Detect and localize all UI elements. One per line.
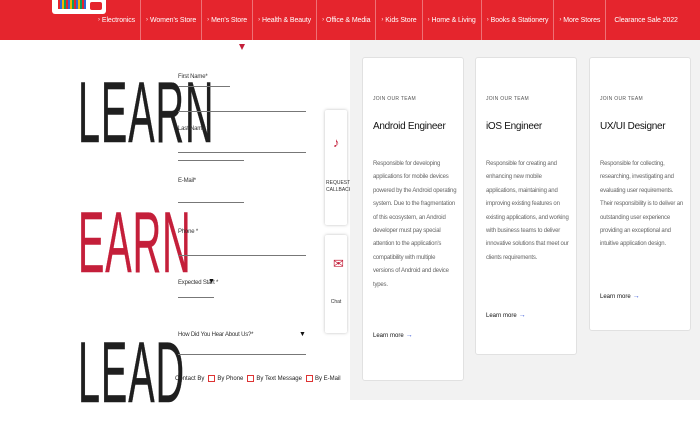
chat-icon: ✉ xyxy=(333,256,344,271)
checkbox-email[interactable] xyxy=(305,375,313,382)
nav-item-books-stationery[interactable]: › Books & Stationery xyxy=(482,0,555,40)
nav-item-clearance-sale[interactable]: Clearance Sale 2022 xyxy=(606,0,682,40)
chevron-right-icon: › xyxy=(207,17,210,23)
learn-more-link[interactable]: Learn more → xyxy=(373,332,413,339)
field-underline xyxy=(178,255,306,256)
nav-item-label: Kids Store xyxy=(385,16,417,24)
job-title: iOS Engineer xyxy=(486,121,542,132)
chevron-right-icon: › xyxy=(146,17,148,23)
chevron-right-icon: › xyxy=(559,17,562,23)
job-card-android[interactable]: JOIN OUR TEAM Android Engineer Responsib… xyxy=(362,57,464,381)
field-underline xyxy=(178,160,244,161)
learn-more-label: Learn more xyxy=(373,333,404,339)
job-title: Android Engineer xyxy=(373,121,446,132)
job-description: Responsible for developing applications … xyxy=(373,161,457,288)
field-underline xyxy=(178,111,306,112)
chat-button[interactable]: ✉ Chat xyxy=(325,235,347,333)
job-card-ios[interactable]: JOIN OUR TEAM iOS Engineer Responsible f… xyxy=(475,57,577,355)
learn-more-label: Learn more xyxy=(600,294,631,300)
chevron-right-icon: › xyxy=(258,17,260,23)
field-underline xyxy=(178,152,306,153)
nav-item-office-media[interactable]: › Office & Media xyxy=(317,0,377,40)
nav-item-electronics[interactable]: › Electronics xyxy=(93,0,142,40)
nav-item-label: Clearance Sale 2022 xyxy=(614,16,678,24)
application-form: First Name* Last Name * E-Mail* Phone * … xyxy=(175,40,341,400)
nav-item-more-stores[interactable]: › More Stores xyxy=(554,0,607,40)
learn-more-label: Learn more xyxy=(486,313,517,319)
arrow-right-icon: → xyxy=(405,332,413,339)
chevron-right-icon: › xyxy=(427,17,430,23)
logo-stripes-icon xyxy=(58,0,86,9)
option-phone-label: By Phone xyxy=(217,375,244,382)
chevron-down-icon: ▼ xyxy=(299,331,306,338)
expected-start-select[interactable]: Expected Start * ▼ xyxy=(178,277,306,307)
learn-more-link[interactable]: Learn more → xyxy=(600,293,640,300)
learn-more-link[interactable]: Learn more → xyxy=(486,312,526,319)
chat-label: Chat xyxy=(330,299,342,305)
email-label: E-Mail* xyxy=(178,178,196,184)
nav-item-kids-store[interactable]: › Kids Store xyxy=(376,0,423,40)
first-name-field[interactable]: First Name* xyxy=(178,72,306,112)
nav-item-label: Office & Media xyxy=(326,16,371,24)
form-pointer-icon xyxy=(239,44,245,50)
nav-item-label: Women's Store xyxy=(149,16,197,24)
option-text-label: By Text Message xyxy=(256,375,302,382)
field-underline xyxy=(178,202,244,203)
nav-item-label: Health & Beauty xyxy=(262,16,312,24)
checkbox-text[interactable] xyxy=(247,375,255,382)
option-email-label: By E-Mail xyxy=(314,375,341,382)
arrow-right-icon: → xyxy=(632,293,640,300)
contact-by-label: Contact By xyxy=(175,375,205,382)
nav-item-label: Men's Store xyxy=(211,16,248,24)
nav-item-home-living[interactable]: › Home & Living xyxy=(423,0,482,40)
nav-item-label: Books & Stationery xyxy=(490,16,549,24)
arrow-right-icon: → xyxy=(518,312,526,319)
request-callback-label: REQUEST CALLBACK xyxy=(326,180,353,193)
job-kicker: JOIN OUR TEAM xyxy=(600,96,643,102)
first-name-label: First Name* xyxy=(178,74,208,80)
chevron-right-icon: › xyxy=(98,17,100,23)
top-navigation-bar: › Electronics › Women's Store › Men's Store… xyxy=(0,0,700,40)
job-card-ux-ui[interactable]: JOIN OUR TEAM UX/UI Designer Responsible… xyxy=(589,57,691,331)
chevron-right-icon: › xyxy=(322,17,324,23)
chevron-right-icon: › xyxy=(381,17,384,23)
job-description: Responsible for collecting, researching,… xyxy=(600,161,683,248)
nav-item-label: Electronics xyxy=(101,16,136,24)
job-description: Responsible for creating and enhancing n… xyxy=(486,161,569,261)
field-underline xyxy=(178,297,214,298)
nav-item-mens-store[interactable]: › Men's Store xyxy=(202,0,254,40)
job-kicker: JOIN OUR TEAM xyxy=(486,96,529,102)
email-field[interactable]: E-Mail* xyxy=(178,160,306,203)
request-callback-button[interactable]: ♪ REQUEST CALLBACK xyxy=(325,110,353,225)
nav-item-health-beauty[interactable]: › Health & Beauty xyxy=(253,0,318,40)
hero-word-lead: LEAD xyxy=(78,325,186,421)
chevron-down-icon: ▼ xyxy=(208,278,215,285)
phone-label: Phone * xyxy=(178,229,198,235)
field-underline xyxy=(178,354,306,355)
field-underline xyxy=(178,86,230,87)
job-kicker: JOIN OUR TEAM xyxy=(373,96,416,102)
last-name-label: Last Name * xyxy=(178,126,209,132)
last-name-field[interactable]: Last Name * xyxy=(178,124,306,164)
how-heard-label: How Did You Hear About Us?* xyxy=(178,332,254,338)
nav-menu: › Electronics › Women's Store › Men's Store… xyxy=(93,0,683,40)
nav-item-label: More Stores xyxy=(563,16,601,24)
nav-item-label: Home & Living xyxy=(431,16,476,24)
how-heard-select[interactable]: How Did You Hear About Us?* ▼ xyxy=(178,330,306,360)
contact-by-row: Contact By By Phone By Text Message By E… xyxy=(175,375,341,382)
nav-item-womens-store[interactable]: › Women's Store xyxy=(141,0,203,40)
chevron-right-icon: › xyxy=(486,17,489,23)
job-title: UX/UI Designer xyxy=(600,121,666,132)
checkbox-phone[interactable] xyxy=(208,375,216,382)
phone-icon: ♪ xyxy=(333,135,340,150)
phone-field[interactable]: Phone * xyxy=(178,225,306,265)
